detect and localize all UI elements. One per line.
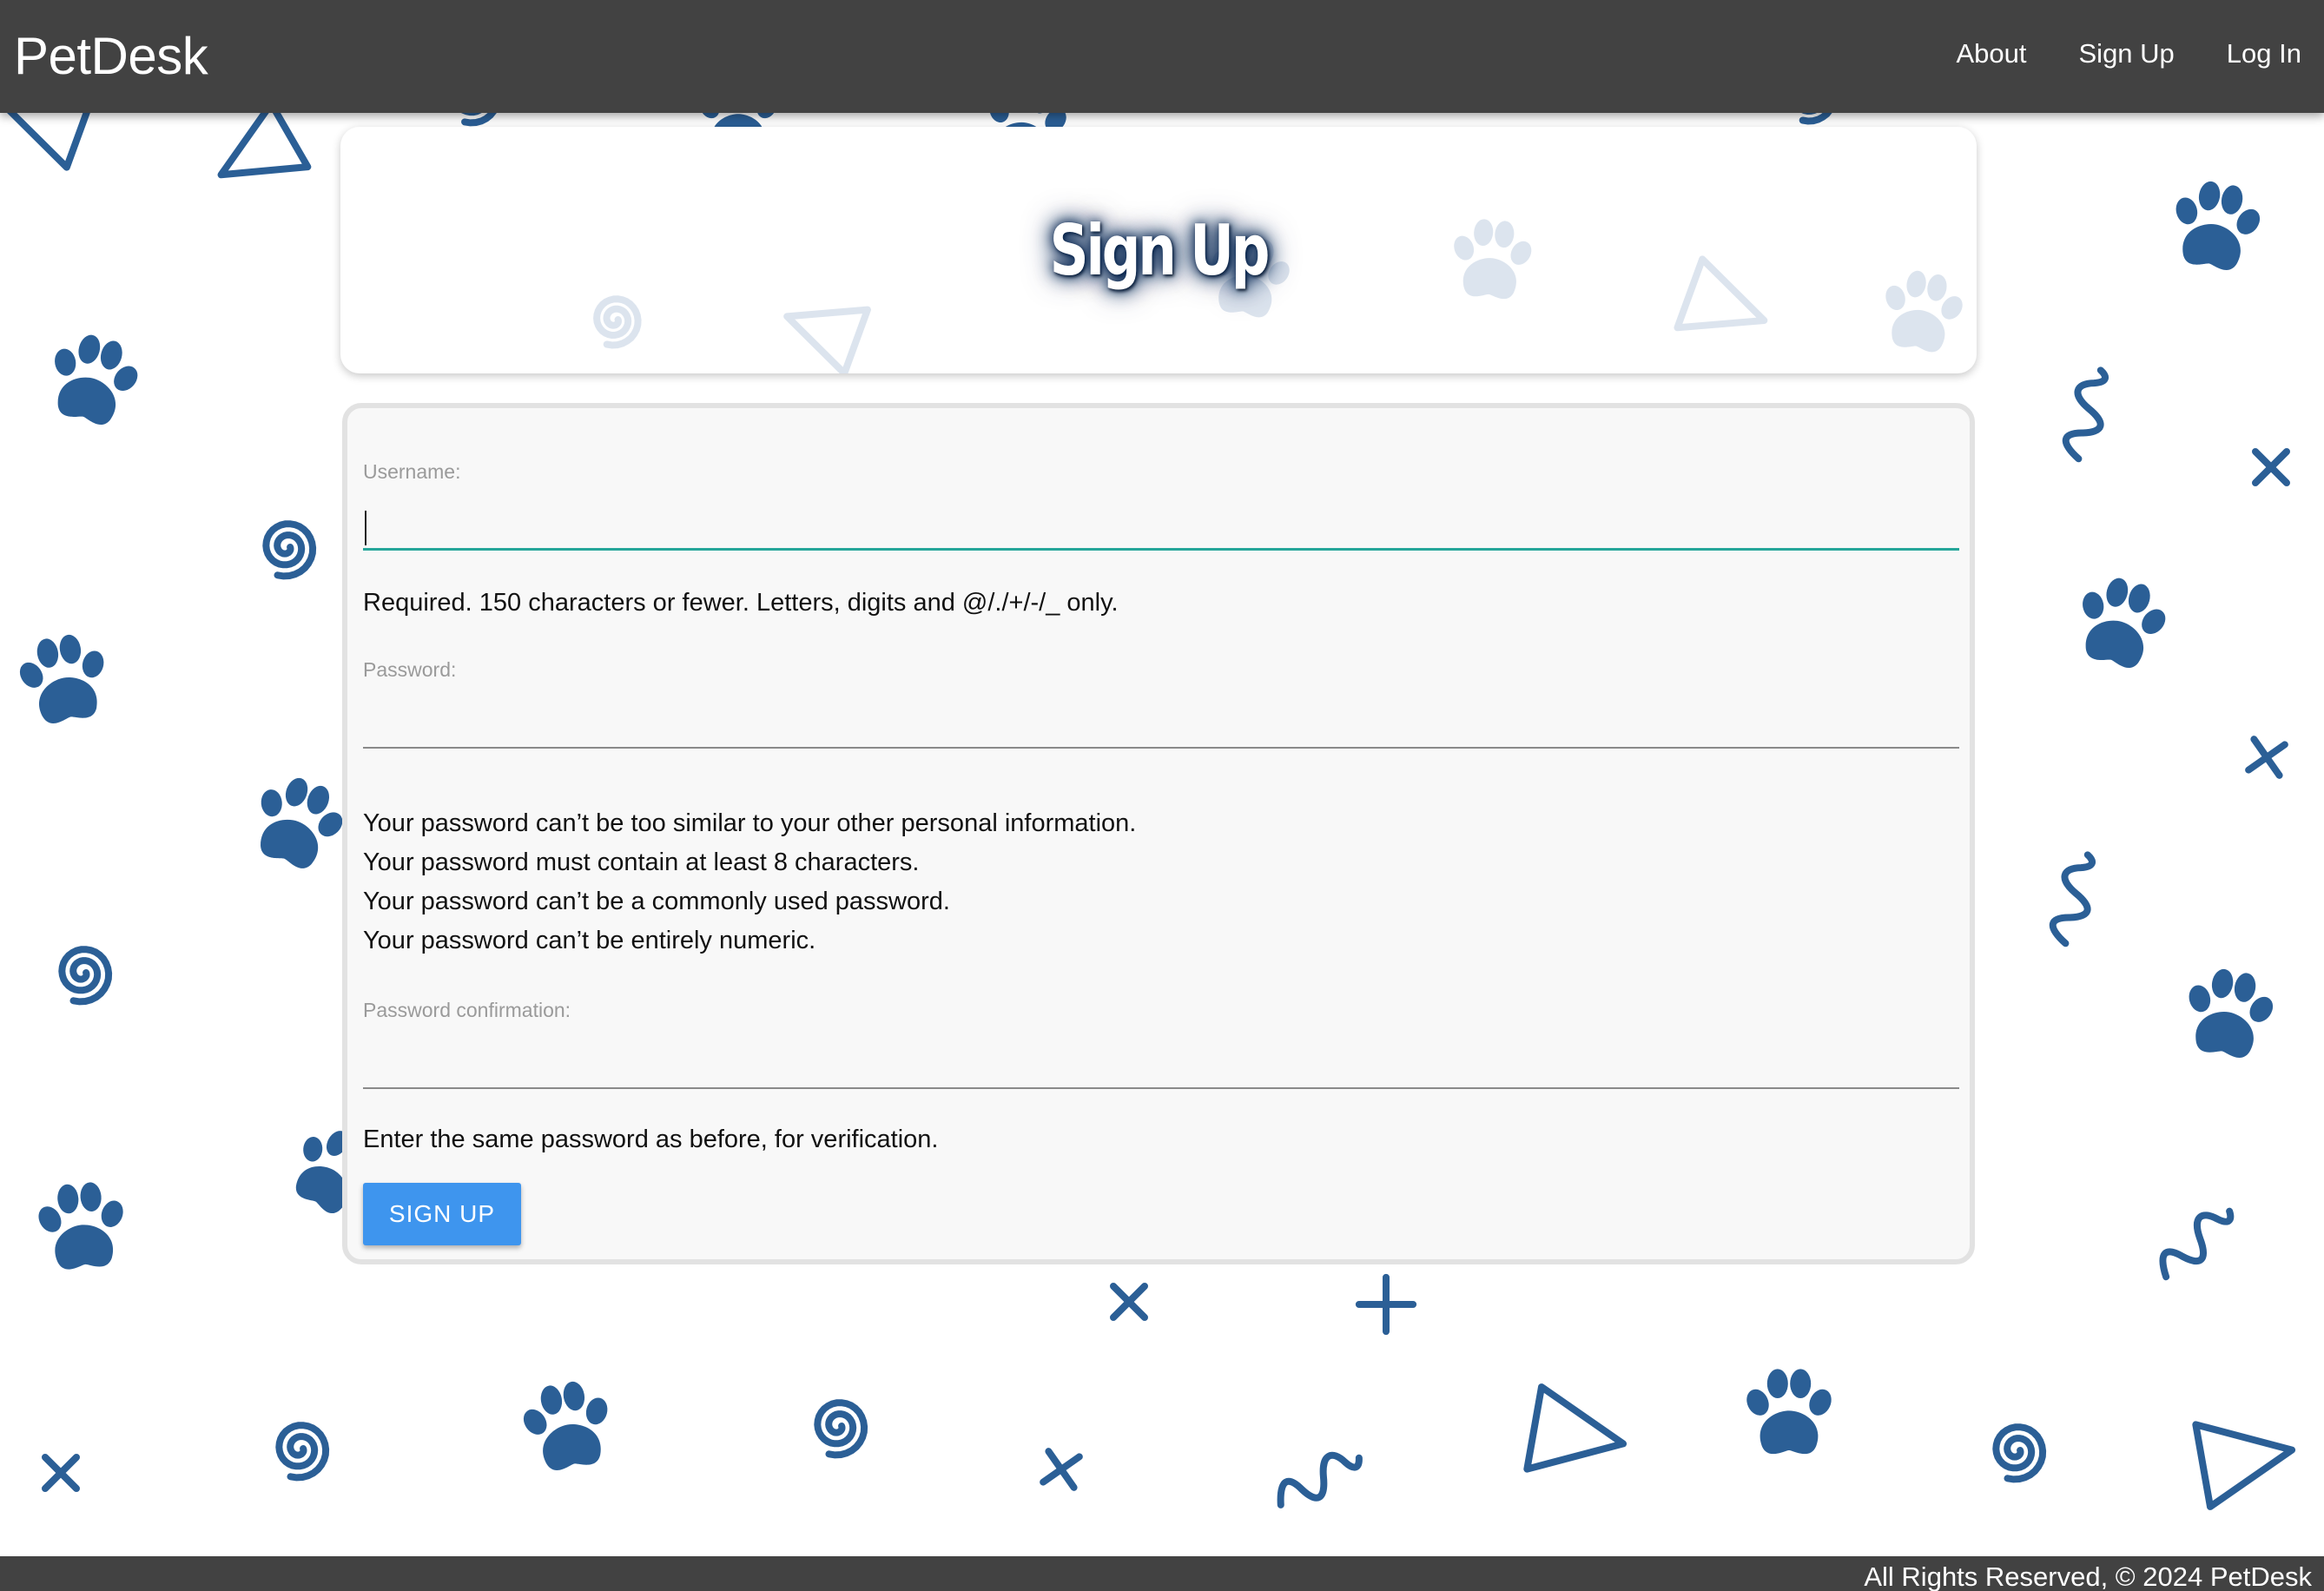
username-input[interactable] [363, 486, 1959, 551]
paw-icon [2189, 968, 2274, 1058]
password-rule: Your password can’t be entirely numeric. [363, 927, 816, 954]
copyright-text: All Rights Reserved, © 2024 PetDesk [1864, 1561, 2312, 1591]
paw-icon [261, 777, 343, 868]
squiggle-icon [2159, 1207, 2235, 1281]
password-rule: Your password can’t be a commonly used p… [363, 888, 950, 915]
footer: All Rights Reserved, © 2024 PetDesk [0, 1556, 2324, 1591]
paw-icon [2083, 578, 2166, 668]
spiral-icon [814, 1399, 868, 1459]
spiral-icon [593, 295, 642, 349]
triangle-icon [1523, 1383, 1627, 1473]
spiral-icon [58, 946, 113, 1006]
triangle-icon [217, 100, 312, 179]
password-input[interactable] [363, 684, 1959, 749]
spiral-icon [275, 1422, 330, 1482]
spiral-icon [1992, 1423, 2047, 1483]
page-title: Sign Up [1049, 210, 1271, 291]
paw-icon [2175, 181, 2261, 270]
paw-icon [19, 634, 104, 723]
brand-logo[interactable]: PetDesk [14, 26, 208, 86]
password-confirmation-label: Password confirmation: [363, 999, 571, 1021]
cross-icon [2245, 736, 2288, 779]
cross-icon [1040, 1448, 1083, 1491]
cross-icon [1110, 1283, 1148, 1321]
page-header-card: Sign Up [340, 127, 1977, 373]
nav-link-about[interactable]: About [1956, 38, 2026, 69]
triangle-icon [2192, 1421, 2296, 1510]
paw-icon [38, 1182, 123, 1270]
squiggle-icon [2049, 851, 2096, 947]
squiggle-icon [1277, 1451, 1363, 1508]
text-caret [365, 511, 366, 545]
spiral-icon [262, 520, 317, 580]
paw-icon [1746, 1369, 1832, 1455]
cross-icon [2252, 448, 2290, 486]
paw-icon [523, 1381, 608, 1470]
password-confirmation-help-text: Enter the same password as before, for v… [363, 1126, 939, 1153]
nav-links: About Sign Up Log In [1956, 38, 2301, 69]
nav-link-log-in[interactable]: Log In [2227, 38, 2301, 69]
squiggle-icon [2062, 366, 2109, 463]
nav-link-sign-up[interactable]: Sign Up [2079, 38, 2175, 69]
signup-form: Username: Required. 150 characters or fe… [342, 403, 1975, 1264]
sign-up-button[interactable]: SIGN UP [363, 1183, 521, 1245]
paw-icon [55, 334, 138, 425]
triangle-icon [783, 306, 871, 373]
password-rule: Your password can’t be too similar to yo… [363, 809, 1137, 837]
password-confirmation-input[interactable] [363, 1025, 1959, 1089]
password-rule: Your password must contain at least 8 ch… [363, 848, 920, 876]
username-label: Username: [363, 460, 461, 483]
cross-icon [1355, 1273, 1417, 1336]
paw-icon [1885, 270, 1963, 353]
password-rules-list: Your password can’t be too similar to yo… [363, 809, 1136, 966]
cross-icon [42, 1454, 80, 1492]
top-navbar: PetDesk About Sign Up Log In [0, 0, 2324, 113]
username-help-text: Required. 150 characters or fewer. Lette… [363, 589, 1119, 617]
password-label: Password: [363, 658, 457, 681]
